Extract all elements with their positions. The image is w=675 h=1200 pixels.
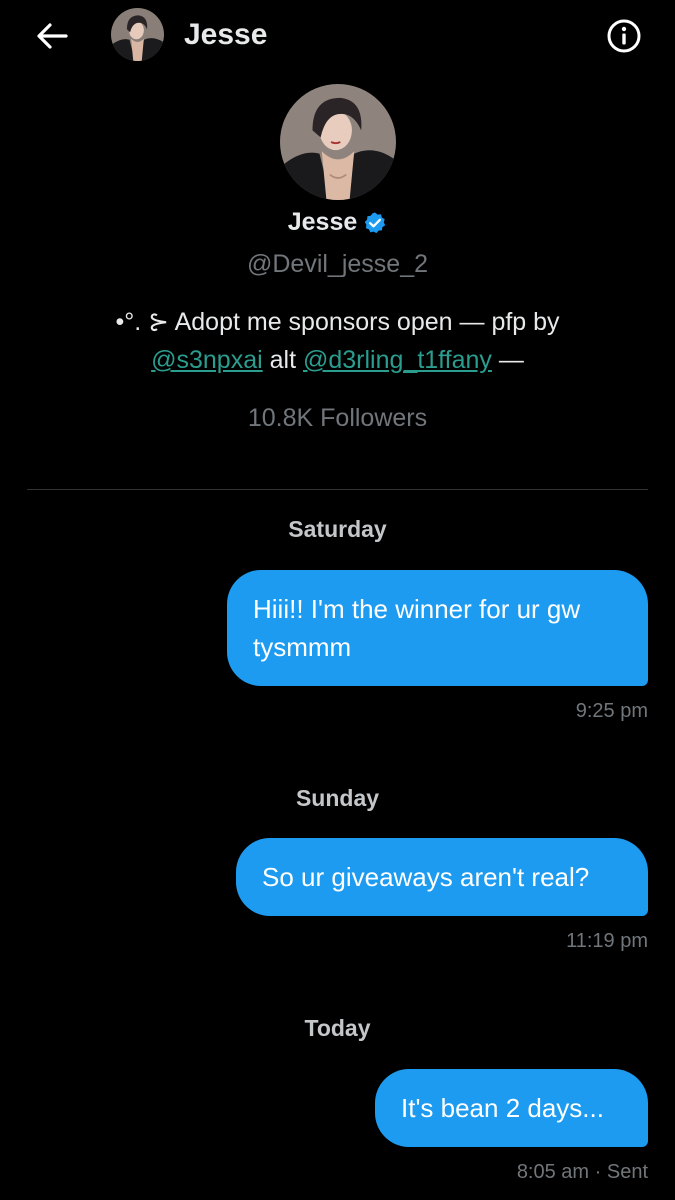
- bio-mention-link[interactable]: @d3rling_t1ffany: [303, 346, 492, 374]
- header-avatar[interactable]: [111, 8, 164, 61]
- profile-name: Jesse: [287, 208, 358, 236]
- info-icon: [607, 19, 641, 53]
- message-timestamp: 11:19 pm: [566, 930, 648, 952]
- profile-avatar[interactable]: [280, 84, 396, 200]
- top-bar: Jesse: [0, 0, 675, 76]
- followers-count[interactable]: 10.8K Followers: [0, 404, 675, 433]
- bio-text: alt: [262, 346, 303, 374]
- message-bubble[interactable]: So ur giveaways aren't real?: [236, 838, 648, 916]
- back-button[interactable]: [30, 16, 74, 56]
- verified-badge-icon: [363, 211, 387, 235]
- bio-text: •°. ⊱ Adopt me sponsors open — pfp by: [115, 308, 560, 336]
- day-separator: Sunday: [295, 785, 380, 811]
- profile-bio: •°. ⊱ Adopt me sponsors open — pfp by @s…: [60, 303, 615, 379]
- bio-mention-link[interactable]: @s3npxai: [151, 346, 263, 374]
- bio-text: —: [491, 346, 524, 374]
- arrow-left-icon: [37, 23, 68, 49]
- day-separator: Today: [304, 1015, 371, 1041]
- message-bubble[interactable]: It's bean 2 days...: [375, 1069, 648, 1147]
- profile-handle: @Devil_jesse_2: [246, 250, 429, 278]
- message-bubble[interactable]: Hiii!! I'm the winner for ur gw tysmmm: [227, 570, 648, 686]
- divider: [27, 489, 648, 490]
- message-timestamp: 9:25 pm: [575, 700, 648, 722]
- info-button[interactable]: [602, 14, 646, 58]
- message-timestamp: 8:05 am · Sent: [516, 1161, 648, 1183]
- avatar-image: [111, 8, 164, 61]
- day-separator: Saturday: [288, 516, 387, 542]
- profile-name-row: Jesse: [0, 208, 675, 237]
- header-title: Jesse: [184, 18, 268, 51]
- avatar-image: [280, 84, 396, 200]
